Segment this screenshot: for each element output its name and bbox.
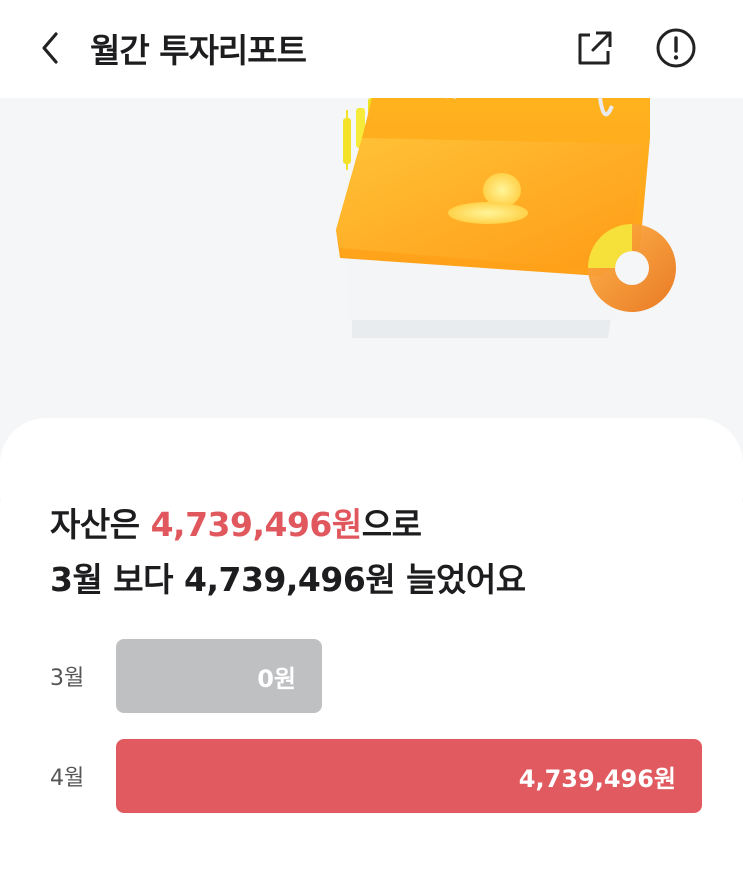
back-button[interactable] [34, 28, 68, 68]
info-circle-icon [656, 28, 696, 68]
april-label: 4월 [50, 766, 85, 791]
summary-suffix: 으로 [361, 505, 422, 544]
share-external-icon [578, 31, 612, 65]
april-bar: 4,739,496원 [116, 739, 702, 813]
info-button[interactable] [655, 27, 697, 69]
asset-amount: 4,739,496원 [150, 505, 363, 544]
march-label: 3월 [50, 666, 85, 691]
summary-line-2: 3월 보다 4,739,496원 늘었어요 [50, 560, 526, 599]
share-button[interactable] [574, 27, 614, 67]
march-bar: 0원 [116, 639, 322, 713]
page-title: 월간 투자리포트 [90, 31, 307, 70]
summary-headline: 자산은 4,739,496원으로 3월 보다 4,739,496원 늘었어요 [50, 497, 526, 607]
march-value: 0원 [257, 664, 296, 693]
april-value: 4,739,496원 [518, 764, 676, 793]
chevron-left-icon [42, 32, 58, 64]
app-header: 월간 투자리포트 [0, 0, 743, 98]
summary-prefix: 자산은 [50, 505, 151, 544]
summary-line-1: 자산은 4,739,496원으로 [50, 497, 526, 552]
